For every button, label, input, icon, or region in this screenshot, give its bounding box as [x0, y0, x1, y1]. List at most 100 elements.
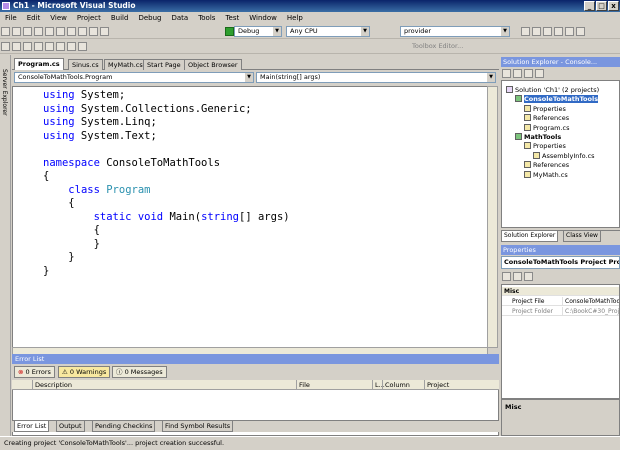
column-line[interactable]: L... — [372, 380, 385, 390]
tab-program-cs[interactable]: Program.cs — [14, 58, 64, 70]
alphabetical-icon[interactable] — [513, 272, 522, 281]
code-line[interactable]: namespace ConsoleToMathTools — [43, 157, 220, 170]
tree-node[interactable]: MathTools — [515, 133, 561, 142]
menu-file[interactable]: File — [0, 12, 22, 24]
paste-icon[interactable] — [78, 27, 87, 36]
menu-tools[interactable]: Tools — [193, 12, 220, 24]
tab-mymath-cs[interactable]: MyMath.cs — [104, 59, 147, 70]
refresh-icon[interactable] — [513, 69, 522, 78]
toolbar-icon[interactable] — [1, 42, 10, 51]
menu-window[interactable]: Window — [244, 12, 282, 24]
toolbar-icon[interactable] — [78, 42, 87, 51]
code-line[interactable]: { — [43, 224, 100, 237]
solution-explorer-icon[interactable] — [532, 27, 541, 36]
find-in-files-icon[interactable] — [521, 27, 530, 36]
server-explorer-strip[interactable]: Server Explorer — [0, 55, 11, 436]
tab-class-view[interactable]: Class View — [563, 231, 601, 242]
properties-icon[interactable] — [543, 27, 552, 36]
column-description[interactable]: Description — [32, 380, 296, 390]
column-column[interactable]: Column — [382, 380, 424, 390]
new-project-icon[interactable] — [1, 27, 10, 36]
code-editor[interactable]: using System; using System.Collections.Ge… — [12, 86, 488, 348]
tab-error-list[interactable]: Error List — [14, 421, 50, 432]
menu-test[interactable]: Test — [220, 12, 244, 24]
close-button[interactable]: x — [608, 1, 619, 11]
tab-object-browser[interactable]: Object Browser — [184, 59, 242, 70]
toolbar-icon[interactable] — [56, 42, 65, 51]
tab-output[interactable]: Output — [56, 421, 85, 432]
tab-sinus-cs[interactable]: Sinus.cs — [68, 59, 103, 70]
tree-node[interactable]: Solution 'Ch1' (2 projects) — [506, 86, 599, 95]
code-line[interactable]: } — [43, 265, 49, 278]
errors-filter-button[interactable]: ⊗ 0 Errors — [14, 366, 55, 378]
code-line[interactable]: using System.Linq; — [43, 116, 157, 129]
property-category[interactable]: Misc — [502, 287, 619, 296]
tree-node[interactable]: Program.cs — [524, 123, 569, 133]
cut-icon[interactable] — [56, 27, 65, 36]
add-item-icon[interactable] — [12, 27, 21, 36]
menu-help[interactable]: Help — [282, 12, 308, 24]
toolbar-icon[interactable] — [23, 42, 32, 51]
menu-data[interactable]: Data — [166, 12, 193, 24]
properties-object-combo[interactable]: ConsoleToMathTools Project Properties — [501, 256, 620, 269]
tree-node[interactable]: References — [524, 161, 569, 170]
property-row[interactable]: Project Folder C:\BookC#30_Projects — [502, 307, 619, 316]
toolbar-icon[interactable] — [67, 42, 76, 51]
menu-edit[interactable]: Edit — [22, 12, 46, 24]
view-designer-icon[interactable] — [535, 69, 544, 78]
member-combo[interactable]: Main(string[] args) ▼ — [256, 72, 496, 83]
tab-pending-checkins[interactable]: Pending Checkins — [92, 421, 156, 432]
property-row[interactable]: Project File ConsoleToMathTools — [502, 297, 619, 306]
code-line[interactable]: static void Main(string[] args) — [43, 211, 290, 224]
view-code-icon[interactable] — [524, 69, 533, 78]
object-browser-icon[interactable] — [554, 27, 563, 36]
column-project[interactable]: Project — [424, 380, 499, 390]
menu-debug[interactable]: Debug — [133, 12, 166, 24]
code-line[interactable]: { — [43, 170, 49, 183]
categorized-icon[interactable] — [502, 272, 511, 281]
save-icon[interactable] — [34, 27, 43, 36]
toolbar-icon[interactable] — [12, 42, 21, 51]
code-line[interactable]: using System.Text; — [43, 130, 157, 143]
platform-combo[interactable]: Any CPU ▼ — [286, 26, 370, 37]
code-line[interactable]: } — [43, 251, 74, 264]
type-combo[interactable]: ConsoleToMathTools.Program ▼ — [14, 72, 254, 83]
save-all-icon[interactable] — [45, 27, 54, 36]
undo-icon[interactable] — [89, 27, 98, 36]
tab-solution-explorer[interactable]: Solution Explorer — [501, 231, 559, 242]
tree-node[interactable]: References — [524, 114, 569, 123]
property-pages-icon[interactable] — [524, 272, 533, 281]
code-line[interactable]: } — [43, 238, 100, 251]
messages-filter-button[interactable]: ⓘ 0 Messages — [112, 366, 167, 378]
copy-icon[interactable] — [67, 27, 76, 36]
warnings-filter-button[interactable]: ⚠ 0 Warnings — [58, 366, 111, 378]
column-file[interactable]: File — [296, 380, 372, 390]
tab-start-page[interactable]: Start Page — [143, 59, 185, 70]
code-line[interactable]: class Program — [43, 184, 150, 197]
toolbar-icon[interactable] — [34, 42, 43, 51]
find-combo[interactable]: provider ▼ — [400, 26, 510, 37]
code-line[interactable]: using System; — [43, 89, 125, 102]
tree-node[interactable]: Properties — [524, 104, 566, 114]
code-line[interactable]: { — [43, 197, 74, 210]
redo-icon[interactable] — [100, 27, 109, 36]
tab-find-symbol-results[interactable]: Find Symbol Results — [162, 421, 234, 432]
open-icon[interactable] — [23, 27, 32, 36]
show-all-files-icon[interactable] — [502, 69, 511, 78]
tree-node[interactable]: Properties — [524, 142, 566, 151]
minimize-button[interactable]: _ — [584, 1, 595, 11]
menu-view[interactable]: View — [45, 12, 72, 24]
editor-vertical-scrollbar[interactable] — [487, 86, 498, 348]
configuration-combo[interactable]: Debug ▼ — [234, 26, 282, 37]
menu-project[interactable]: Project — [72, 12, 106, 24]
tree-node[interactable]: MyMath.cs — [524, 170, 568, 180]
tree-node[interactable]: AssemblyInfo.cs — [533, 151, 595, 161]
start-page-icon[interactable] — [576, 27, 585, 36]
menu-build[interactable]: Build — [106, 12, 134, 24]
tree-node[interactable]: ConsoleToMathTools — [515, 95, 599, 104]
toolbar-icon[interactable] — [45, 42, 54, 51]
start-debugging-icon[interactable] — [225, 27, 234, 36]
code-line[interactable]: using System.Collections.Generic; — [43, 103, 252, 116]
maximize-button[interactable]: □ — [596, 1, 607, 11]
toolbox-icon[interactable] — [565, 27, 574, 36]
